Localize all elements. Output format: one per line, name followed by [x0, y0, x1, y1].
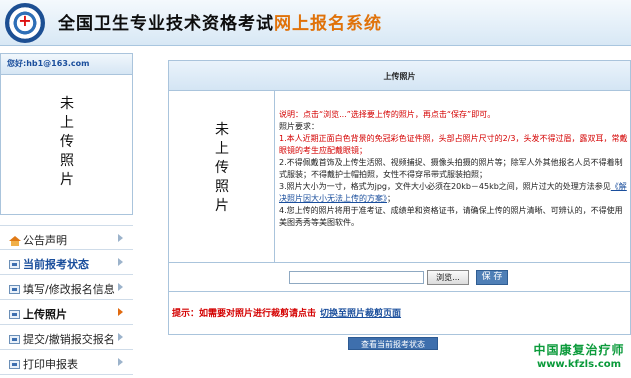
requirement-3-end: ；	[387, 194, 395, 203]
chevron-right-icon	[118, 258, 123, 266]
save-button[interactable]: 保 存	[476, 270, 508, 285]
submit-icon	[9, 335, 20, 344]
crop-tip-label: 提示：如需要对照片进行裁剪请点击	[172, 309, 317, 319]
sidebar-item-status[interactable]: 当前报考状态	[0, 250, 133, 275]
chevron-right-icon	[118, 234, 123, 242]
sidebar-item-label: 上传照片	[23, 308, 67, 321]
sidebar-item-print[interactable]: 打印申报表	[0, 350, 133, 375]
photo-preview: 未上传照片	[169, 91, 275, 263]
requirement-4: 4.您上传的照片将用于准考证、成绩单和资格证书，请确保上传的照片清晰、可辨认的，…	[279, 206, 623, 227]
photo-content-row: 未上传照片 说明：点击“浏览...”选择要上传的照片，再点击“保存”即可。 照片…	[169, 91, 630, 263]
site-title-accent: 网上报名系统	[274, 14, 382, 34]
site-title: 全国卫生专业技术资格考试网上报名系统	[58, 9, 382, 34]
site-title-main: 全国卫生专业技术资格考试	[58, 14, 274, 34]
sidebar-item-announcements[interactable]: 公告声明	[0, 225, 133, 250]
crop-tip: 提示：如需要对照片进行裁剪请点击 切换至照片裁剪页面	[169, 306, 630, 319]
sidebar-item-label: 提交/撤销报交报名	[23, 333, 115, 346]
view-status-button[interactable]: 查看当前报考状态	[348, 337, 438, 350]
watermark-line1: 中国康复治疗师	[533, 343, 625, 357]
instructions-intro: 说明：点击“浏览...”选择要上传的照片，再点击“保存”即可。	[279, 110, 496, 119]
sidebar-menu: 公告声明 当前报考状态 填写/修改报名信息 上传照片 提交/撤销报交报名 打印申…	[0, 225, 133, 375]
requirement-2: 2.不得佩戴首饰及上传生活照、视频捕捉、摄像头拍摄的照片等；除军人外其他报名人员…	[279, 158, 623, 179]
sidebar-item-submit[interactable]: 提交/撤销报交报名	[0, 325, 133, 350]
photo-icon	[9, 310, 20, 319]
site-header: 全国卫生专业技术资格考试网上报名系统	[0, 0, 631, 46]
logo-icon	[5, 3, 45, 43]
sidebar-photo-box: 未上传照片	[0, 75, 133, 215]
watermark-line2: www.kfzls.com	[536, 359, 622, 370]
requirement-3: 3.照片大小为一寸，格式为jpg，文件大小必须在20kb－45kb之间，照片过大…	[279, 181, 628, 205]
sidebar-item-label: 当前报考状态	[23, 258, 89, 271]
house-icon	[9, 236, 21, 246]
sidebar-item-label: 打印申报表	[23, 358, 78, 371]
requirement-3-text: 3.照片大小为一寸，格式为jpg，文件大小必须在20kb－45kb之间，照片过大…	[279, 182, 611, 191]
chevron-right-icon	[118, 283, 123, 291]
photo-placeholder-text: 未上传照片	[215, 122, 229, 214]
crop-page-link[interactable]: 切换至照片裁剪页面	[320, 309, 401, 319]
status-icon	[9, 260, 20, 269]
upload-controls: 浏览... 保 存	[169, 264, 630, 292]
sidebar-photo-placeholder: 未上传照片	[60, 96, 74, 188]
upload-instructions: 说明：点击“浏览...”选择要上传的照片，再点击“保存”即可。 照片要求： 1.…	[276, 109, 630, 229]
sidebar-item-label: 公告声明	[23, 234, 67, 247]
sidebar: 您好:hb1@163.com 未上传照片 公告声明 当前报考状态 填写/修改报名…	[0, 47, 133, 378]
file-path-input[interactable]	[289, 271, 424, 284]
chevron-right-icon	[118, 308, 123, 316]
requirement-1: 1.本人近期正面白色背景的免冠彩色证件照，头部占照片尺寸的2/3，头发不得过眉，…	[279, 134, 628, 155]
panel-title: 上传照片	[169, 61, 630, 91]
user-greeting: 您好:hb1@163.com	[0, 53, 133, 75]
requirements-heading: 照片要求：	[279, 122, 319, 131]
browse-button[interactable]: 浏览...	[427, 270, 469, 285]
chevron-right-icon	[118, 333, 123, 341]
sidebar-item-upload-photo[interactable]: 上传照片	[0, 300, 133, 325]
watermark: 中国康复治疗师 www.kfzls.com	[531, 343, 627, 371]
sidebar-item-edit-info[interactable]: 填写/修改报名信息	[0, 275, 133, 300]
sidebar-item-label: 填写/修改报名信息	[23, 283, 115, 296]
print-icon	[9, 360, 20, 369]
form-icon	[9, 285, 20, 294]
upload-photo-panel: 上传照片 未上传照片 说明：点击“浏览...”选择要上传的照片，再点击“保存”即…	[168, 60, 631, 335]
chevron-right-icon	[118, 358, 123, 366]
